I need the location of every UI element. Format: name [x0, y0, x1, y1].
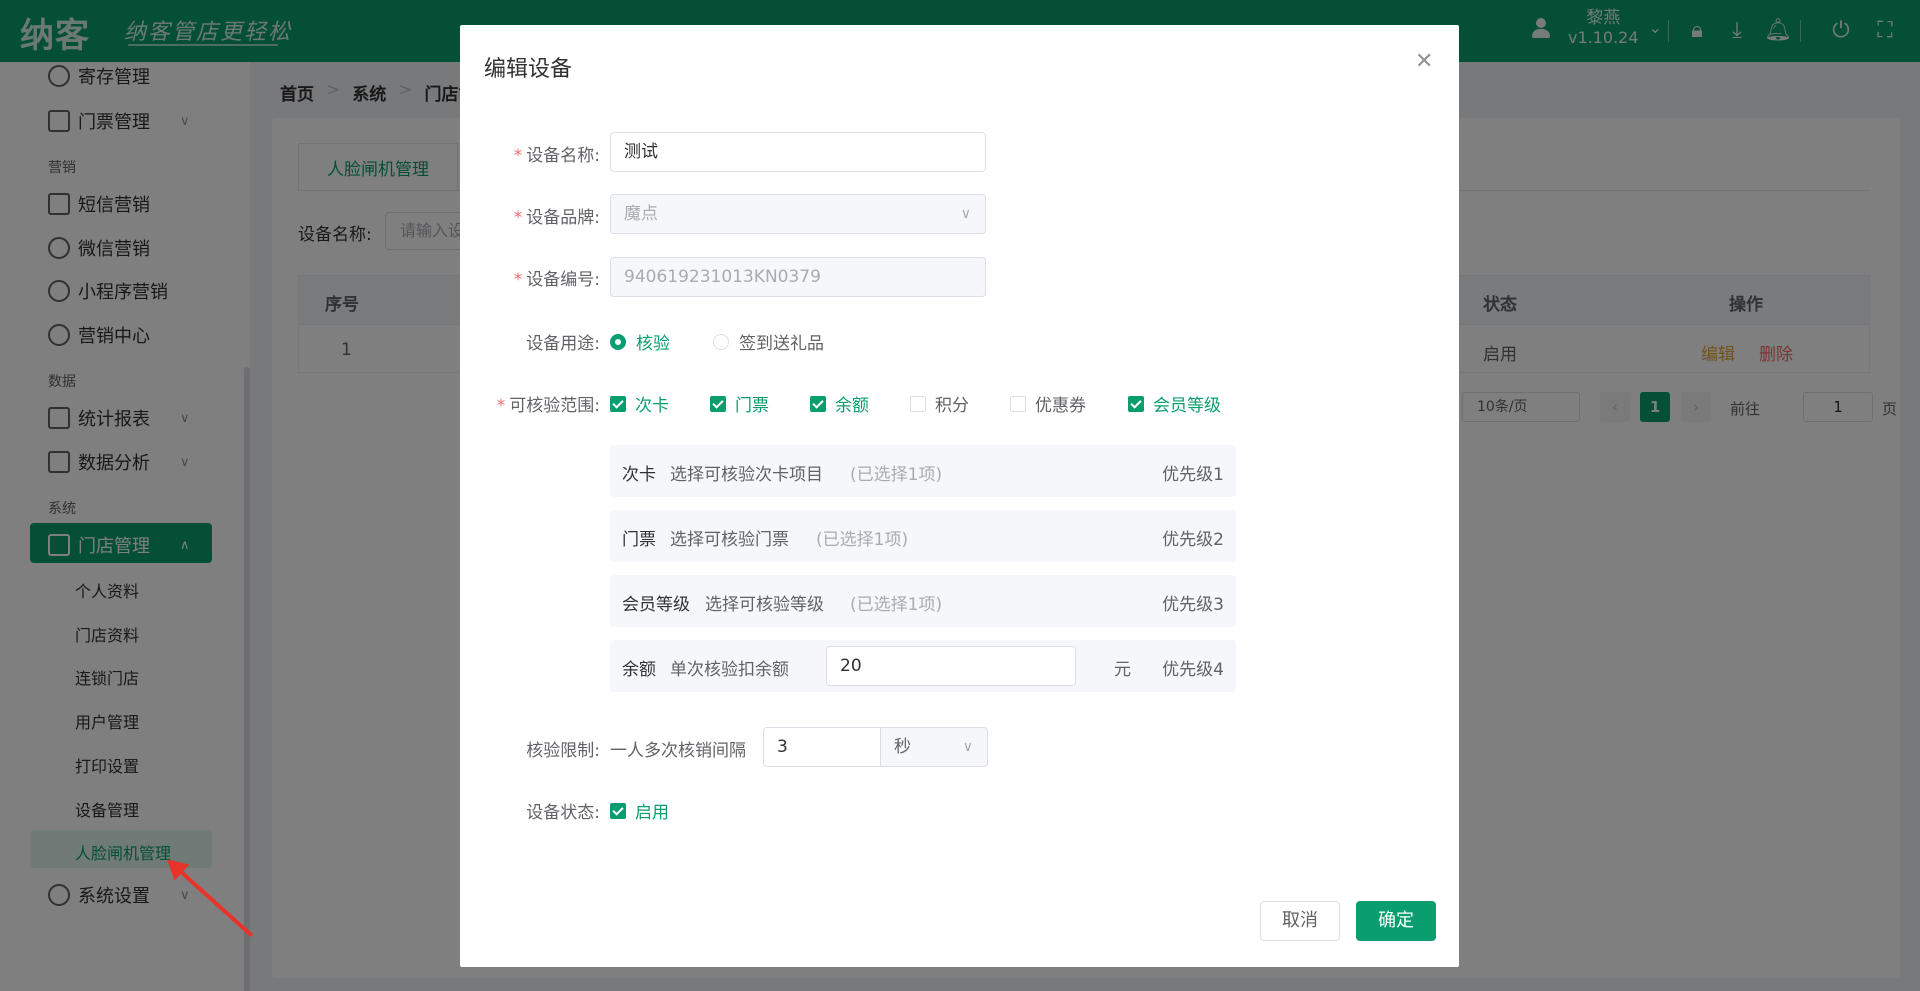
limit-label: 核验限制:	[460, 736, 600, 761]
select-times-card-link[interactable]: 选择可核验次卡项目	[670, 460, 823, 485]
usage-radio-gift[interactable]: 签到送礼品	[713, 329, 824, 354]
priority-row-times-card: 次卡 选择可核验次卡项目 (已选择1项) 优先级1	[610, 445, 1236, 497]
confirm-button[interactable]: 确定	[1356, 901, 1436, 941]
usage-radio-verify[interactable]: 核验	[610, 329, 670, 354]
checkbox-unchecked-icon	[910, 396, 926, 412]
chevron-down-icon: ∨	[961, 195, 971, 233]
checkbox-checked-icon	[610, 803, 626, 819]
balance-deduct-input[interactable]: 20	[826, 646, 1076, 686]
name-label: *设备名称:	[460, 141, 600, 166]
limit-text: 一人多次核销间隔	[610, 736, 746, 761]
checkbox-checked-icon	[1128, 396, 1144, 412]
status-enabled-checkbox[interactable]: 启用	[610, 798, 669, 823]
priority-row-balance: 余额 单次核验扣余额 20 元 优先级4	[610, 640, 1236, 692]
radio-unchecked-icon	[713, 334, 729, 350]
checkbox-unchecked-icon	[1010, 396, 1026, 412]
checkbox-checked-icon	[810, 396, 826, 412]
limit-unit-select[interactable]: 秒∨	[880, 727, 988, 767]
checkbox-checked-icon	[610, 396, 626, 412]
close-icon[interactable]: ✕	[1415, 49, 1433, 74]
device-serial-input: 940619231013KN0379	[610, 257, 986, 297]
serial-label: *设备编号:	[460, 265, 600, 290]
scope-checkbox-times-card[interactable]: 次卡	[610, 391, 669, 416]
select-ticket-link[interactable]: 选择可核验门票	[670, 525, 789, 550]
priority-row-ticket: 门票 选择可核验门票 (已选择1项) 优先级2	[610, 510, 1236, 562]
scope-checkbox-balance[interactable]: 余额	[810, 391, 869, 416]
brand-label: *设备品牌:	[460, 203, 600, 228]
scope-checkbox-ticket[interactable]: 门票	[710, 391, 769, 416]
cancel-button[interactable]: 取消	[1260, 901, 1340, 941]
scope-checkbox-member-level[interactable]: 会员等级	[1128, 391, 1221, 416]
dialog-title: 编辑设备	[484, 51, 572, 83]
usage-label: 设备用途:	[460, 329, 600, 354]
device-name-input[interactable]: 测试	[610, 132, 986, 172]
edit-device-dialog: 编辑设备 ✕ *设备名称: 测试 *设备品牌: 魔点∨ *设备编号: 94061…	[460, 25, 1459, 967]
priority-row-member-level: 会员等级 选择可核验等级 (已选择1项) 优先级3	[610, 575, 1236, 627]
scope-checkbox-coupon[interactable]: 优惠券	[1010, 391, 1086, 416]
select-level-link[interactable]: 选择可核验等级	[705, 590, 824, 615]
device-brand-select: 魔点∨	[610, 194, 986, 234]
status-label: 设备状态:	[460, 798, 600, 823]
limit-interval-input[interactable]: 3	[763, 727, 881, 767]
scope-label: *可核验范围:	[460, 391, 600, 416]
checkbox-checked-icon	[710, 396, 726, 412]
chevron-down-icon: ∨	[963, 728, 973, 766]
radio-checked-icon	[610, 334, 626, 350]
scope-checkbox-points[interactable]: 积分	[910, 391, 969, 416]
